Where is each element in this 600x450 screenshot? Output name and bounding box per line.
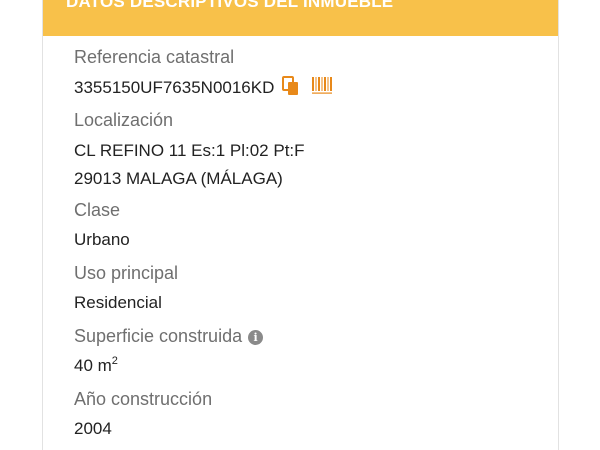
referencia-value: 3355150UF7635N0016KD: [74, 78, 275, 97]
localizacion-line1: CL REFINO 11 Es:1 Pl:02 Pt:F: [74, 141, 305, 160]
field-localizacion: Localización CL REFINO 11 Es:1 Pl:02 Pt:…: [74, 109, 305, 193]
anio-label: Año construcción: [74, 389, 213, 409]
field-uso: Uso principal Residencial: [74, 262, 178, 317]
clase-label: Clase: [74, 200, 121, 220]
referencia-label: Referencia catastral: [74, 47, 235, 67]
page: DATOS DESCRIPTIVOS DEL INMUEBLE Referenc…: [0, 0, 600, 450]
superficie-label: Superficie construida: [74, 326, 243, 346]
localizacion-label: Localización: [74, 110, 174, 130]
field-referencia: Referencia catastral 3355150UF7635N0016K…: [74, 46, 334, 102]
superficie-label-row: Superficie construida i: [74, 325, 264, 347]
field-clase: Clase Urbano: [74, 199, 130, 254]
localizacion-line2: 29013 MALAGA (MÁLAGA): [74, 169, 283, 188]
copy-icon[interactable]: [282, 75, 300, 101]
anio-value: 2004: [74, 419, 112, 438]
property-card: DATOS DESCRIPTIVOS DEL INMUEBLE Referenc…: [42, 0, 559, 450]
superficie-value-row: 40 m2: [74, 352, 263, 380]
field-anio: Año construcción 2004: [74, 388, 212, 443]
info-icon[interactable]: i: [248, 330, 264, 345]
card-header-title: DATOS DESCRIPTIVOS DEL INMUEBLE: [66, 0, 394, 11]
uso-label: Uso principal: [74, 263, 179, 283]
superficie-unit-exponent: 2: [111, 355, 118, 367]
clase-value: Urbano: [74, 230, 130, 249]
card-header: DATOS DESCRIPTIVOS DEL INMUEBLE: [43, 0, 558, 36]
uso-value: Residencial: [74, 293, 162, 312]
superficie-value: 40 m: [74, 356, 112, 375]
referencia-value-row: 3355150UF7635N0016KD: [74, 74, 334, 102]
field-superficie: Superficie construida i 40 m2: [74, 325, 264, 380]
barcode-icon[interactable]: [312, 76, 334, 100]
